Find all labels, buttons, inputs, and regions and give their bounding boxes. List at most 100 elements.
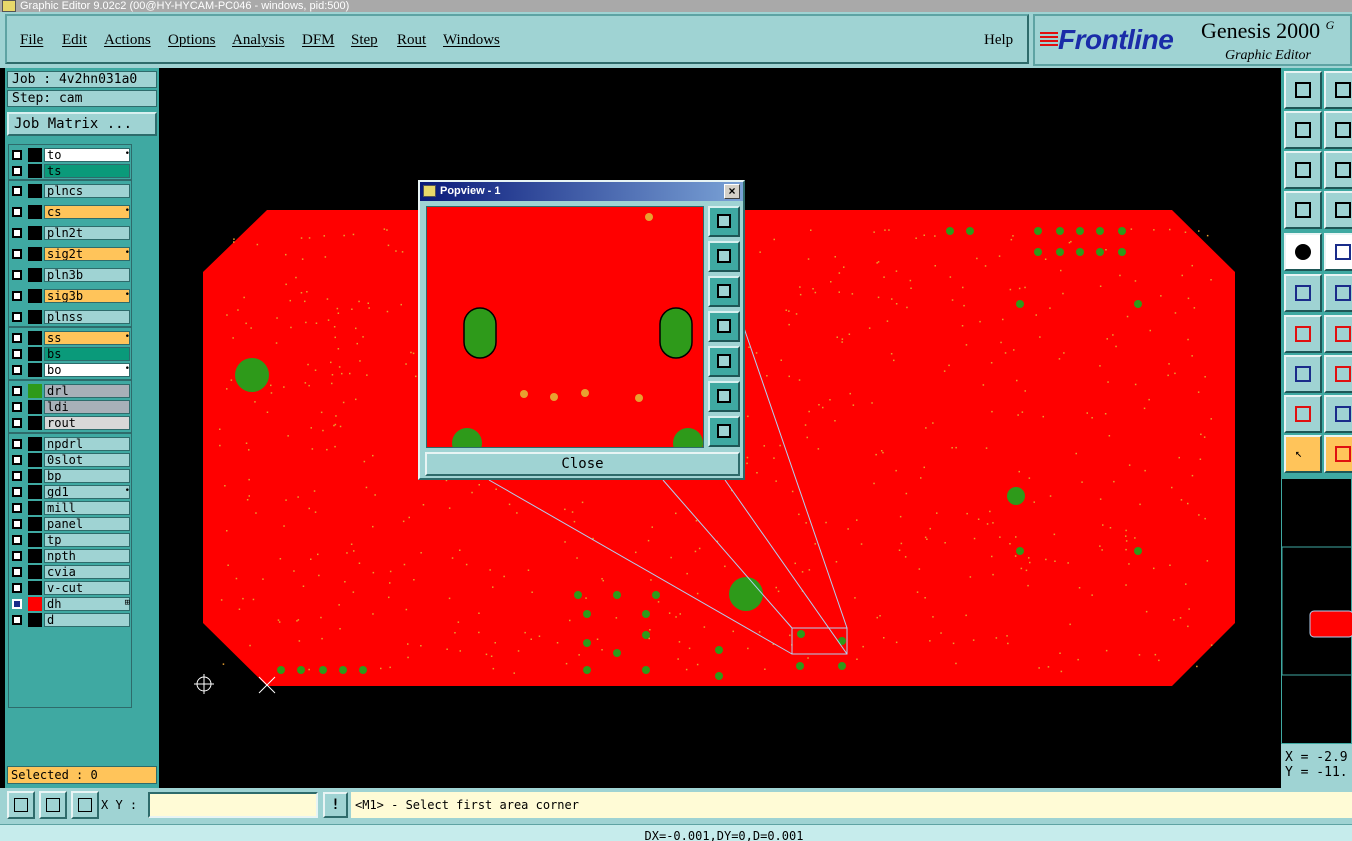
line-button[interactable] <box>1284 315 1322 353</box>
popview-pan-right-button[interactable] <box>708 346 740 377</box>
layer-row[interactable]: npdrl <box>8 437 132 451</box>
layer-row[interactable]: ldi <box>8 400 132 414</box>
layer-row[interactable]: v-cut <box>8 581 132 595</box>
layer-name[interactable]: npth <box>44 549 130 563</box>
layer-checkbox[interactable] <box>12 349 22 359</box>
select-area-button[interactable] <box>1324 435 1352 473</box>
overview-map[interactable] <box>1281 478 1352 744</box>
layer-row[interactable]: mill <box>8 501 132 515</box>
layer-color-swatch[interactable] <box>28 416 42 430</box>
layer-color-swatch[interactable] <box>28 164 42 178</box>
line-arrow-button[interactable] <box>1324 315 1352 353</box>
layer-checkbox[interactable] <box>12 535 22 545</box>
layer-name[interactable]: cvia <box>44 565 130 579</box>
layer-row[interactable]: ts <box>8 164 132 178</box>
layer-color-swatch[interactable] <box>28 453 42 467</box>
popview-zoom-out-button[interactable] <box>708 416 740 447</box>
layer-row[interactable]: sig3b • <box>8 289 132 303</box>
pad-add-button[interactable] <box>1284 355 1322 393</box>
layer-checkbox[interactable] <box>12 333 22 343</box>
layer-name[interactable]: plnss <box>44 310 130 324</box>
layer-name[interactable]: to <box>44 148 130 162</box>
layer-color-swatch[interactable] <box>28 247 42 261</box>
layer-color-swatch[interactable] <box>28 565 42 579</box>
layer-checkbox[interactable] <box>12 615 22 625</box>
layer-color-swatch[interactable] <box>28 310 42 324</box>
layer-checkbox[interactable] <box>12 186 22 196</box>
layer-checkbox[interactable] <box>12 166 22 176</box>
layer-row[interactable]: ss • <box>8 331 132 345</box>
layer-color-swatch[interactable] <box>28 517 42 531</box>
layer-checkbox[interactable] <box>12 567 22 577</box>
layer-color-swatch[interactable] <box>28 400 42 414</box>
layer-checkbox[interactable] <box>12 150 22 160</box>
layer-color-swatch[interactable] <box>28 469 42 483</box>
layer-row[interactable]: 0slot <box>8 453 132 467</box>
layer-row[interactable]: tp <box>8 533 132 547</box>
layer-checkbox[interactable] <box>12 270 22 280</box>
layer-row[interactable]: panel <box>8 517 132 531</box>
layer-row[interactable]: plncs <box>8 184 132 198</box>
layer-checkbox[interactable] <box>12 291 22 301</box>
layer-checkbox[interactable] <box>12 455 22 465</box>
layer-name[interactable]: drl <box>44 384 130 398</box>
layer-name[interactable]: sig2t <box>44 247 130 261</box>
snap-button[interactable] <box>1284 233 1322 271</box>
pan-up-button[interactable] <box>1284 71 1322 109</box>
layer-checkbox[interactable] <box>12 583 22 593</box>
layer-name[interactable]: npdrl <box>44 437 130 451</box>
layer-row[interactable]: bs <box>8 347 132 361</box>
layer-name[interactable]: sig3b <box>44 289 130 303</box>
layer-row[interactable]: to • <box>8 148 132 162</box>
layer-checkbox[interactable] <box>12 365 22 375</box>
layer-color-swatch[interactable] <box>28 347 42 361</box>
layer-name[interactable]: rout <box>44 416 130 430</box>
layer-color-swatch[interactable] <box>28 613 42 627</box>
layer-row[interactable]: pln2t <box>8 226 132 240</box>
triangle-button[interactable] <box>1284 395 1322 433</box>
close-icon[interactable]: × <box>724 184 740 199</box>
popview-close-button[interactable]: Close <box>425 452 740 476</box>
menu-step[interactable]: Step <box>351 32 378 49</box>
layer-color-swatch[interactable] <box>28 581 42 595</box>
layer-row[interactable]: npth <box>8 549 132 563</box>
layer-row[interactable]: cvia <box>8 565 132 579</box>
pan-right-button[interactable] <box>1324 111 1352 149</box>
layer-name[interactable]: d <box>44 613 130 627</box>
layer-row[interactable]: d <box>8 613 132 627</box>
popview-zoom-in-button[interactable] <box>708 381 740 412</box>
layer-color-swatch[interactable] <box>28 363 42 377</box>
layer-name[interactable]: bp <box>44 469 130 483</box>
layer-name[interactable]: gd1 <box>44 485 130 499</box>
triangle-alt-button[interactable] <box>1324 395 1352 433</box>
menu-help[interactable]: Help <box>984 32 1013 49</box>
layer-name[interactable]: 0slot <box>44 453 130 467</box>
layer-row[interactable]: drl <box>8 384 132 398</box>
layer-color-swatch[interactable] <box>28 485 42 499</box>
pan-left-button[interactable] <box>1284 111 1322 149</box>
trace-button[interactable] <box>1324 355 1352 393</box>
grid-mode-button[interactable] <box>71 791 99 819</box>
zoom-out-button[interactable] <box>1324 151 1352 189</box>
layer-row[interactable]: pln3b <box>8 268 132 282</box>
measure-mode-button[interactable] <box>39 791 67 819</box>
layer-color-swatch[interactable] <box>28 437 42 451</box>
popview-pan-up-button[interactable] <box>708 241 740 272</box>
menu-options[interactable]: Options <box>168 32 216 49</box>
layer-color-swatch[interactable] <box>28 148 42 162</box>
layer-checkbox[interactable] <box>12 418 22 428</box>
layer-checkbox[interactable] <box>12 439 22 449</box>
menu-actions[interactable]: Actions <box>104 32 151 49</box>
pan-down-button[interactable] <box>1324 71 1352 109</box>
cross-button[interactable] <box>1324 274 1352 312</box>
layer-row[interactable]: rout <box>8 416 132 430</box>
popview-window[interactable]: Popview - 1 × Close <box>418 180 745 480</box>
layer-row[interactable]: bp <box>8 469 132 483</box>
menu-rout[interactable]: Rout <box>397 32 426 49</box>
layer-name[interactable]: bs <box>44 347 130 361</box>
layer-name[interactable]: bo <box>44 363 130 377</box>
menu-windows[interactable]: Windows <box>443 32 500 49</box>
layer-color-swatch[interactable] <box>28 331 42 345</box>
popview-zoom-home-button[interactable] <box>708 206 740 237</box>
layer-checkbox[interactable] <box>12 519 22 529</box>
